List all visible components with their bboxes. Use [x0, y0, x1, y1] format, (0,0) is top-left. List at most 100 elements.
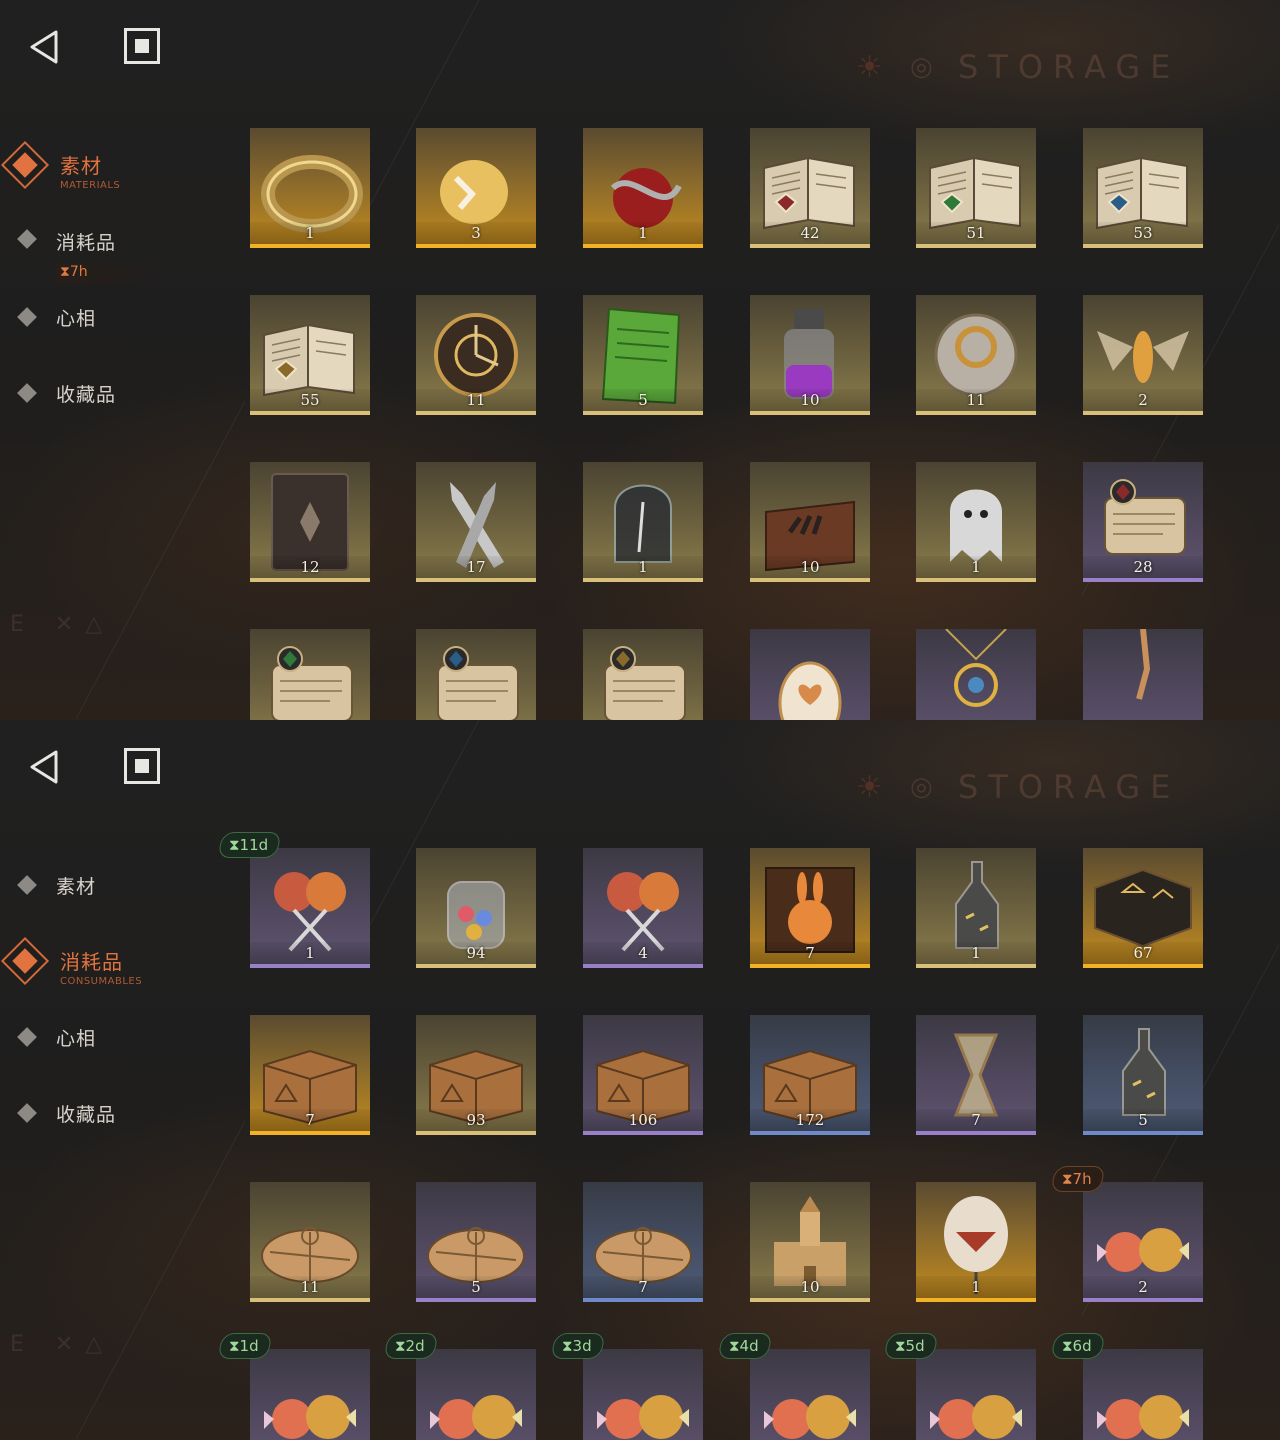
quality-stripe [583, 1298, 703, 1302]
home-square-icon[interactable] [124, 748, 160, 784]
timer-text: ⧗1d [229, 1337, 259, 1355]
nav-label: 收藏品 [56, 384, 117, 406]
wrapped-candies-icon [597, 1395, 689, 1439]
item-count: 93 [466, 1111, 486, 1129]
wrapped-candies-icon [764, 1395, 856, 1439]
item-slot-scroll-green-sigil[interactable] [250, 629, 370, 720]
nav-item-collectibles[interactable]: 收藏品 [0, 1092, 200, 1152]
background-glyphs: E ✕△ [10, 612, 115, 637]
item-slot-candy-jar[interactable]: 94 [416, 848, 536, 968]
nav-item-psychube[interactable]: 心相 [0, 296, 200, 356]
item-count: 1 [971, 558, 981, 576]
item-slot-paper-parcel[interactable]: 11 [250, 1182, 370, 1302]
wrapped-candies-icon [264, 1395, 356, 1439]
item-slot-lollipops[interactable]: 1 [250, 848, 370, 968]
item-slot-sandcastle[interactable]: 10 [750, 1182, 870, 1302]
quality-stripe [583, 1131, 703, 1135]
item-slot-tome-green-sigil[interactable]: 51 [916, 128, 1036, 248]
wrapped-candies-icon [930, 1395, 1022, 1439]
nav-item-consumables[interactable]: 消耗品 CONSUMABLES [0, 934, 200, 994]
expiry-timer-badge: ⧗4d [717, 1333, 773, 1359]
item-count: 106 [628, 1111, 658, 1129]
item-slot-wooden-crate[interactable]: 93 [416, 1015, 536, 1135]
quality-stripe [916, 964, 1036, 968]
item-slot-balloon-ornament[interactable]: 1 [916, 1182, 1036, 1302]
nav-item-psychube[interactable]: 心相 [0, 1016, 200, 1076]
item-slot-scroll-blue-sigil[interactable] [416, 629, 536, 720]
timer-text: ⧗11d [229, 836, 269, 854]
item-count: 2 [1138, 1278, 1148, 1296]
item-slot-wooden-crate[interactable]: 172 [750, 1015, 870, 1135]
eye-emblem-icon: ◎ [910, 52, 933, 82]
item-slot-wrapped-candies[interactable]: 2 [1083, 1182, 1203, 1302]
item-slot-tome-gold-sigil[interactable]: 55 [250, 295, 370, 415]
item-count: 1 [638, 558, 648, 576]
nav-label: 消耗品 [60, 950, 123, 974]
diamond-icon [17, 307, 37, 327]
item-count: 1 [971, 944, 981, 962]
quality-stripe [916, 1298, 1036, 1302]
item-slot-wrapped-candies[interactable] [583, 1349, 703, 1440]
item-slot-crossed-bullets[interactable]: 17 [416, 462, 536, 582]
item-slot-heart-egg[interactable] [750, 629, 870, 720]
item-slot-ghost-figure[interactable]: 1 [916, 462, 1036, 582]
item-slot-message-bottle[interactable]: 5 [1083, 1015, 1203, 1135]
item-slot-dark-grimoire[interactable]: 12 [250, 462, 370, 582]
item-slot-brass-pocket-watch[interactable]: 11 [916, 295, 1036, 415]
item-slot-glowing-moth[interactable]: 2 [1083, 295, 1203, 415]
item-slot-scroll-red-sigil[interactable]: 28 [1083, 462, 1203, 582]
quality-stripe [916, 411, 1036, 415]
item-slot-wrapped-candies[interactable] [416, 1349, 536, 1440]
timer-text: ⧗7h [1062, 1170, 1092, 1188]
item-slot-sun-pendant[interactable] [916, 629, 1036, 720]
item-slot-wrapped-candies[interactable] [250, 1349, 370, 1440]
item-slot-bell-jar-feather[interactable]: 1 [583, 462, 703, 582]
back-arrow-icon[interactable] [26, 28, 64, 66]
item-slot-green-tablet[interactable]: 5 [583, 295, 703, 415]
back-arrow-icon[interactable] [26, 748, 64, 786]
item-slot-message-bottle[interactable]: 1 [916, 848, 1036, 968]
quality-stripe [250, 1298, 370, 1302]
active-diamond-icon [0, 140, 50, 190]
nav-item-materials[interactable]: 素材 MATERIALS [0, 138, 200, 198]
quality-stripe [750, 1131, 870, 1135]
item-slot-wooden-crate[interactable]: 7 [250, 1015, 370, 1135]
item-slot-scroll-gold-sigil[interactable] [583, 629, 703, 720]
item-slot-hourglass[interactable]: 7 [916, 1015, 1036, 1135]
item-slot-purple-potion-flask[interactable]: 10 [750, 295, 870, 415]
item-slot-rabbit-figurine-box[interactable]: 7 [750, 848, 870, 968]
quality-stripe [416, 1298, 536, 1302]
item-count: 51 [966, 224, 986, 242]
item-count: 7 [305, 1111, 315, 1129]
chain-relic-icon [1136, 629, 1151, 700]
item-slot-wrapped-candies[interactable] [750, 1349, 870, 1440]
item-slot-paper-parcel[interactable]: 5 [416, 1182, 536, 1302]
nav-item-collectibles[interactable]: 收藏品 [0, 372, 200, 432]
item-slot-wrapped-candies[interactable] [1083, 1349, 1203, 1440]
item-count: 7 [638, 1278, 648, 1296]
item-count: 7 [971, 1111, 981, 1129]
item-slot-clockwork-astrolabe[interactable]: 11 [416, 295, 536, 415]
item-slot-apple-with-serpent[interactable]: 1 [583, 128, 703, 248]
heart-egg-icon [778, 661, 842, 720]
quality-stripe [250, 578, 370, 582]
item-slot-gold-ring[interactable]: 1 [250, 128, 370, 248]
item-slot-tome-red-sigil[interactable]: 42 [750, 128, 870, 248]
expiry-timer-badge: ⧗7h [1050, 1166, 1106, 1192]
item-slot-tome-blue-sigil[interactable]: 53 [1083, 128, 1203, 248]
item-count: 28 [1133, 558, 1153, 576]
item-slot-lollipops[interactable]: 4 [583, 848, 703, 968]
quality-stripe [250, 244, 370, 248]
item-slot-wrapped-candies[interactable] [916, 1349, 1036, 1440]
item-slot-paper-parcel[interactable]: 7 [583, 1182, 703, 1302]
item-slot-chain-relic[interactable] [1083, 629, 1203, 720]
quality-stripe [416, 244, 536, 248]
item-slot-box-of-hands[interactable]: 10 [750, 462, 870, 582]
item-count: 55 [300, 391, 320, 409]
item-slot-wooden-crate[interactable]: 106 [583, 1015, 703, 1135]
item-slot-cracked-golden-bird[interactable]: 3 [416, 128, 536, 248]
item-slot-rune-table[interactable]: 67 [1083, 848, 1203, 968]
nav-item-materials[interactable]: 素材 [0, 864, 200, 924]
home-square-icon[interactable] [124, 28, 160, 64]
timer-text: ⧗5d [895, 1337, 925, 1355]
